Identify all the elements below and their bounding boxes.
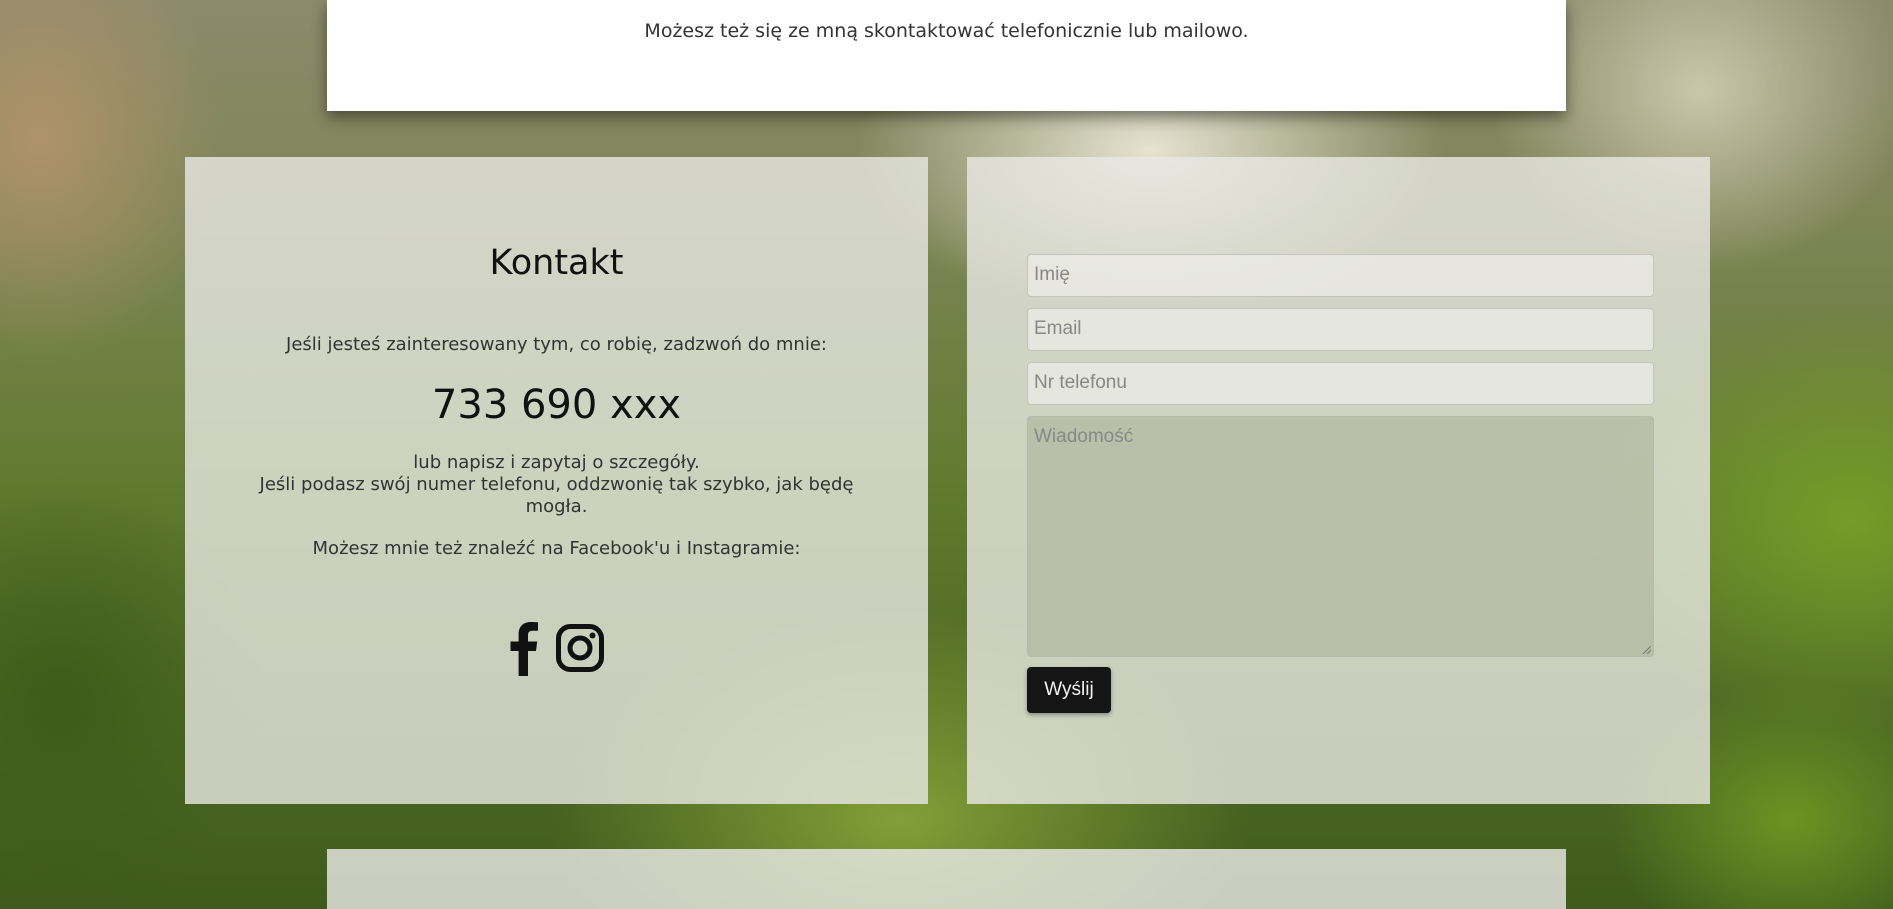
phone-number: 733 690 xxx	[431, 382, 682, 428]
name-input[interactable]: Imię	[1027, 254, 1654, 297]
contact-invite-text: Jeśli jesteś zainteresowany tym, co robi…	[286, 334, 827, 355]
contact-panel: Kontakt Jeśli jesteś zainteresowany tym,…	[185, 157, 928, 804]
contact-form-panel: Imię Email Nr telefonu Wiadomość Wyślij	[967, 157, 1710, 804]
social-text: Możesz mnie też znaleźć na Facebook'u i …	[312, 538, 801, 559]
contact-intro-text: Możesz też się ze mną skontaktować telef…	[644, 20, 1249, 42]
message-textarea[interactable]: Wiadomość	[1027, 416, 1654, 657]
details-line-1: lub napisz i zapytaj o szczegóły.	[413, 452, 700, 473]
bottom-card	[327, 849, 1566, 909]
resize-handle-icon[interactable]	[1643, 646, 1651, 654]
contact-title: Kontakt	[489, 243, 624, 283]
instagram-icon[interactable]	[555, 623, 605, 677]
send-button[interactable]: Wyślij	[1027, 667, 1111, 713]
details-line-2: Jeśli podasz swój numer telefonu, oddzwo…	[259, 474, 854, 517]
email-input[interactable]: Email	[1027, 308, 1654, 351]
contact-details: lub napisz i zapytaj o szczegóły. Jeśli …	[255, 452, 858, 518]
phone-input[interactable]: Nr telefonu	[1027, 362, 1654, 405]
top-info-card: Możesz też się ze mną skontaktować telef…	[327, 0, 1566, 111]
social-links	[185, 620, 928, 680]
message-placeholder: Wiadomość	[1034, 426, 1134, 447]
facebook-icon[interactable]	[508, 620, 538, 680]
